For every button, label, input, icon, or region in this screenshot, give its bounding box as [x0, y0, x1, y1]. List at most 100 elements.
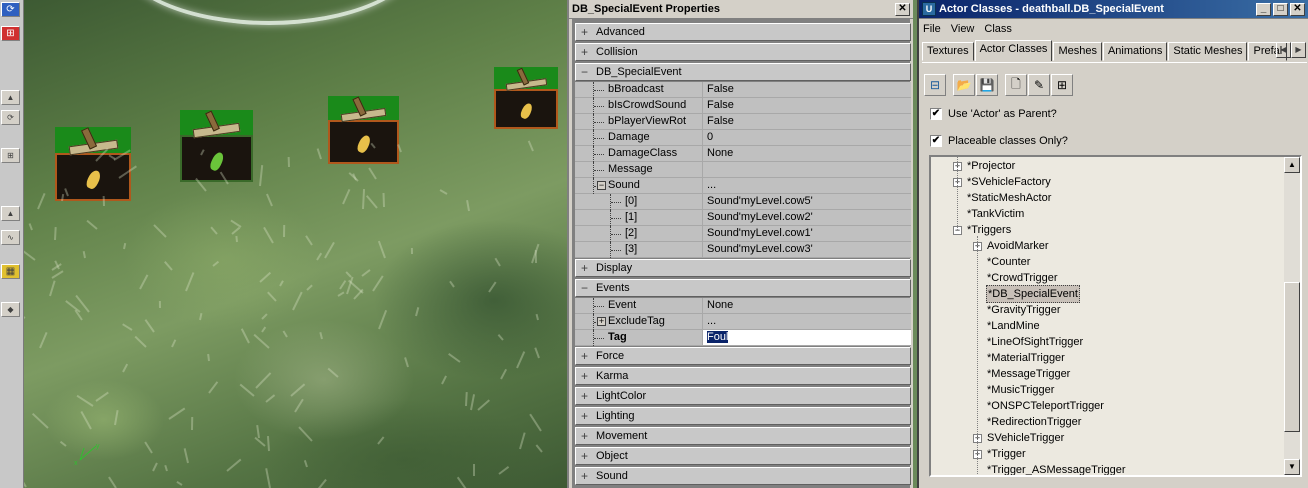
expander-icon[interactable]: + [578, 369, 591, 383]
property-value[interactable]: Sound'myLevel.cow2' [703, 210, 911, 225]
property-row[interactable]: [1] Sound'myLevel.cow2' [575, 210, 911, 226]
expander-icon[interactable]: − [578, 65, 591, 79]
tab-scroll-left-icon[interactable]: ◀ [1276, 42, 1291, 58]
property-row[interactable]: Damage 0 [575, 130, 911, 146]
property-row[interactable]: − Sound... [575, 178, 911, 194]
tree-item[interactable]: *Trigger_ASMessageTrigger [973, 462, 1127, 475]
matinee-tool-button[interactable]: ∿ [1, 230, 20, 245]
property-value-text[interactable]: Sound'myLevel.cow3' [707, 243, 813, 255]
tree-item[interactable]: − *Triggers [953, 222, 1012, 238]
category-lighting[interactable]: + Lighting [575, 407, 911, 425]
category-display[interactable]: + Display [575, 259, 911, 277]
property-value-text[interactable]: Sound'myLevel.cow1' [707, 227, 813, 239]
property-value-text[interactable]: False [707, 99, 734, 111]
property-value-text[interactable]: 0 [707, 131, 713, 143]
expander-icon[interactable]: + [578, 389, 591, 403]
expander-icon[interactable]: + [578, 25, 591, 39]
property-value-text[interactable]: None [707, 147, 733, 159]
checkbox-mark-icon[interactable]: ✔ [930, 135, 942, 147]
close-button[interactable]: ✕ [895, 3, 910, 16]
tree-item[interactable]: *GravityTrigger [973, 302, 1062, 318]
tree-item[interactable]: *TankVictim [953, 206, 1025, 222]
category-force[interactable]: + Force [575, 347, 911, 365]
mode-camera-button[interactable]: ⟳ [1, 2, 20, 17]
property-value[interactable]: None [703, 146, 911, 161]
tree-item[interactable]: *DB_SpecialEvent [973, 285, 1080, 303]
tree-item[interactable]: *ONSPCTeleportTrigger [973, 398, 1105, 414]
grid-tool-button[interactable]: ⊞ [1, 148, 20, 163]
mode-brush-button[interactable]: ⊞ [1, 26, 20, 41]
property-row[interactable]: [2] Sound'myLevel.cow1' [575, 226, 911, 242]
actor-tool-button[interactable]: ◆ [1, 302, 20, 317]
property-value[interactable]: None [703, 298, 911, 313]
tree-item[interactable]: *MessageTrigger [973, 366, 1071, 382]
tree-item[interactable]: *Counter [973, 254, 1031, 270]
property-row[interactable]: bIsCrowdSound False [575, 98, 911, 114]
save-package-icon[interactable]: 💾 [976, 74, 998, 96]
property-value[interactable]: False [703, 114, 911, 129]
category-lightcolor[interactable]: + LightColor [575, 387, 911, 405]
menu-view[interactable]: View [951, 23, 975, 35]
expander-icon[interactable]: + [578, 449, 591, 463]
tree-item[interactable]: + *Projector [953, 158, 1016, 174]
property-row[interactable]: bBroadcast False [575, 82, 911, 98]
tab-textures[interactable]: Textures [922, 42, 974, 61]
property-value-text[interactable]: False [707, 115, 734, 127]
expander-icon[interactable]: − [578, 281, 591, 295]
tree-scrollbar[interactable]: ▲ ▼ [1284, 157, 1300, 475]
placeable-only-checkbox[interactable]: ✔ Placeable classes Only? [930, 135, 1068, 147]
tree-item[interactable]: *StaticMeshActor [953, 190, 1052, 206]
property-value[interactable] [703, 162, 911, 177]
property-value[interactable]: ... [703, 314, 911, 329]
property-row[interactable]: + ExcludeTag... [575, 314, 911, 330]
property-value-text[interactable]: Sound'myLevel.cow5' [707, 195, 813, 207]
property-value[interactable]: 0 [703, 130, 911, 145]
property-row[interactable]: Tag Foul [575, 330, 911, 346]
scroll-thumb[interactable] [1284, 282, 1300, 432]
menu-class[interactable]: Class [984, 23, 1012, 35]
tab-scroll-right-icon[interactable]: ▶ [1291, 42, 1306, 58]
special-event-trigger-icon[interactable] [328, 96, 399, 164]
scroll-down-icon[interactable]: ▼ [1284, 459, 1300, 475]
open-package-icon[interactable]: 📂 [953, 74, 975, 96]
close-button[interactable]: ✕ [1290, 3, 1305, 16]
category-db-specialevent[interactable]: − DB_SpecialEvent [575, 63, 911, 81]
tab-animations[interactable]: Animations [1102, 42, 1168, 61]
tree-item[interactable]: *LandMine [973, 318, 1041, 334]
tree-item[interactable]: *RedirectionTrigger [973, 414, 1082, 430]
property-value[interactable]: False [703, 98, 911, 113]
texture-tool-button[interactable]: ▦ [1, 264, 20, 279]
tree-item[interactable]: *LineOfSightTrigger [973, 334, 1084, 350]
property-value-text[interactable]: Foul [707, 331, 729, 343]
tab-actor-classes[interactable]: Actor Classes [974, 40, 1053, 61]
use-actor-parent-checkbox[interactable]: ✔ Use 'Actor' as Parent? [930, 108, 1057, 120]
property-value-text[interactable]: None [707, 299, 733, 311]
edit-script-icon[interactable]: ✎ [1028, 74, 1050, 96]
property-value[interactable]: ... [703, 178, 911, 193]
property-value[interactable]: Sound'myLevel.cow5' [703, 194, 911, 209]
expander-icon[interactable]: + [578, 349, 591, 363]
tree-item[interactable]: *CrowdTrigger [973, 270, 1059, 286]
scroll-up-button-2[interactable]: ▲ [1, 206, 20, 221]
expander-icon[interactable]: + [578, 409, 591, 423]
scroll-up-icon[interactable]: ▲ [1284, 157, 1300, 173]
expander-icon[interactable]: + [578, 261, 591, 275]
special-event-trigger-icon[interactable] [494, 67, 558, 129]
tab-static-meshes[interactable]: Static Meshes [1168, 42, 1248, 61]
expander-icon[interactable]: + [578, 45, 591, 59]
perspective-viewport[interactable]: x y [24, 0, 567, 488]
property-value[interactable]: Foul [703, 330, 911, 345]
tree-item[interactable]: *MaterialTrigger [973, 350, 1066, 366]
actor-classes-titlebar[interactable]: U Actor Classes - deathball.DB_SpecialEv… [919, 0, 1308, 19]
property-value-text[interactable]: ... [707, 315, 716, 327]
properties-titlebar[interactable]: DB_SpecialEvent Properties ✕ [569, 0, 913, 19]
checkbox-mark-icon[interactable]: ✔ [930, 108, 942, 120]
collapse-tree-icon[interactable]: ⊟ [924, 74, 946, 96]
property-row[interactable]: bPlayerViewRot False [575, 114, 911, 130]
expander-icon[interactable]: + [597, 317, 606, 326]
property-value[interactable]: Sound'myLevel.cow3' [703, 242, 911, 257]
terrain-tool-button[interactable]: ⟳ [1, 110, 20, 125]
category-events[interactable]: − Events [575, 279, 911, 297]
category-collision[interactable]: + Collision [575, 43, 911, 61]
property-value-text[interactable]: ... [707, 179, 716, 191]
